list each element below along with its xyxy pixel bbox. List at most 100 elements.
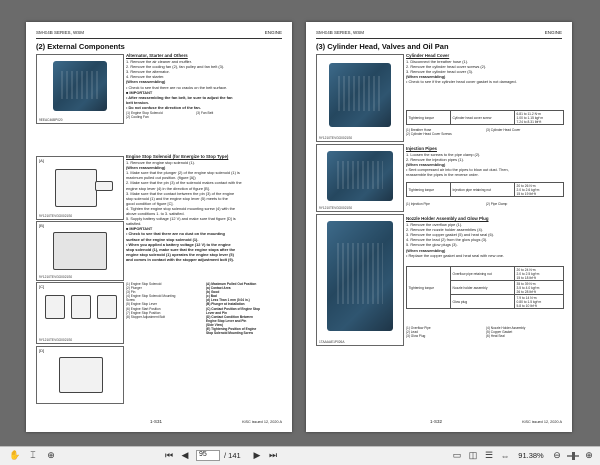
lever-sketch <box>53 232 107 270</box>
legend-item: (6) Heat Seal <box>486 334 505 338</box>
figure-b: [B] 9Y1210TEVGG0021S0 <box>36 221 124 281</box>
zoom-out-icon[interactable]: ⊖ <box>550 449 564 462</box>
page-number: 1-S31 <box>150 419 163 424</box>
step: • Replace the copper gasket and heat sea… <box>406 252 505 258</box>
page-header: SM-E4B SERIES, WSM ENGINE <box>36 30 282 39</box>
figure-code: 9Y1210TEVGG0021S0 <box>39 338 73 342</box>
right-page: SM-E4B SERIES, WSM ENGINE (3) Cylinder H… <box>306 22 572 432</box>
solenoid-legend-right: (A) Maximum Pulled Out Position (a) Cont… <box>206 282 286 335</box>
page-number: 1-S32 <box>430 419 443 424</box>
solenoid-heading: Engine Stop Solenoid (for Energize to St… <box>126 154 229 159</box>
legend-item: (2) Cylinder Head Cover Screws <box>406 132 452 136</box>
cover-heading: Cylinder Head Cover <box>406 53 450 58</box>
legend-item: (2) Cooling Fan <box>126 115 149 120</box>
total-pages: / 141 <box>224 451 241 460</box>
header-series: SM-E4B SERIES, WSM <box>36 30 85 35</box>
previous-page-icon[interactable]: ◀ <box>178 449 192 462</box>
table-value: 26 to 28 lbf·ft <box>516 289 536 294</box>
table-item: Nozzle holder assembly <box>450 280 515 295</box>
table-value: 7.24 to 8.31 lbf·ft <box>516 119 542 124</box>
table-item: Cylinder head cover screw <box>450 110 515 125</box>
table-value: 15 to 19 lbf·ft <box>516 191 536 196</box>
table-label: Tightening torque <box>406 182 451 197</box>
figure-code: 9Y1210TEVGG0021S0 <box>319 206 353 210</box>
zoom-slider[interactable] <box>566 449 580 462</box>
pipes-section: Injection Pipes 1. Loosen the screws to … <box>406 146 566 178</box>
figure-a: [A] 9Y1210TEVGG0021S0 <box>36 156 124 220</box>
pipes-torque-table: Tightening torque Injection pipe retaini… <box>406 182 564 197</box>
step: reassemble the pipes in the reverse orde… <box>406 172 479 178</box>
nozzle-torque-table: Tightening torque Overflow pipe retainin… <box>406 266 564 309</box>
figure-cylinder-head-cover: 9Y1210TEVGG0021S0 <box>316 54 404 142</box>
viewer-toolbar: ✋ ⌶ ⊕ ⏮ ◀ 95 / 141 ▶ ⏭ ▭ ◫ ☰ ⇔ 91.38% ⊖ … <box>0 446 600 465</box>
table-label: Tightening torque <box>406 110 451 125</box>
legend-item: (3) Fan Belt <box>196 111 214 116</box>
cover-legend: (1) Breather Hose (2) Cylinder Head Cove… <box>406 128 566 136</box>
cover-torque-table: Tightening torque Cylinder head cover sc… <box>406 110 564 125</box>
figure-engine-external: 9EEAC46BP020 <box>36 54 124 124</box>
header-chapter: ENGINE <box>544 30 562 35</box>
figure-code: 9EEAC46BP020 <box>39 118 63 122</box>
cover-section: Cylinder Head Cover 1. Disconnect the br… <box>406 53 566 85</box>
document-viewport[interactable]: SM-E4B SERIES, WSM ENGINE (2) External C… <box>0 0 600 446</box>
two-page-view-icon[interactable]: ◫ <box>466 449 480 462</box>
alternator-section: Alternator, Starter and Others 1. Remove… <box>126 53 286 121</box>
issue-note: KiSC issued 12, 2020 A <box>242 420 282 424</box>
engine-image <box>327 221 393 331</box>
figure-c: [C] 9Y1210TEVGG0021S0 <box>36 282 124 344</box>
first-page-icon[interactable]: ⏮ <box>162 449 176 462</box>
issue-note: KiSC issued 12, 2020 A <box>522 420 562 424</box>
zoom-level[interactable]: 91.38% <box>514 449 548 462</box>
section-title: (2) External Components <box>36 42 125 51</box>
header-chapter: ENGINE <box>264 30 282 35</box>
figure-code: 1TAAAAE1P026A <box>319 340 345 344</box>
solenoid-section: Engine Stop Solenoid (for Energize to St… <box>126 154 286 262</box>
fit-width-icon[interactable]: ⇔ <box>498 449 512 462</box>
figure-d: [D] <box>36 346 124 404</box>
header-series: SM-E4B SERIES, WSM <box>316 30 365 35</box>
figure-code: 9Y1210TEVGG0021S0 <box>39 214 73 218</box>
figure-code: 9Y1210TEVGG0021S0 <box>319 136 353 140</box>
nozzle-section: Nozzle Holder Assembly and Glow Plug 1. … <box>406 216 566 258</box>
table-label: Tightening torque <box>406 266 451 309</box>
nozzle-legend: (1) Overflow Pipe (2) Lead (3) Glow Plug… <box>406 326 566 338</box>
pipes-heading: Injection Pipes <box>406 146 437 151</box>
continuous-view-icon[interactable]: ☰ <box>482 449 496 462</box>
table-value: 5.8 to 10 lbf·ft <box>516 303 537 308</box>
legend-item: (3) Cylinder Head Cover <box>486 128 521 132</box>
engine-image <box>327 151 393 201</box>
page-number-field[interactable]: 95 <box>196 449 220 462</box>
figure-injection-pipes: 9Y1210TEVGG0021S0 <box>316 144 404 212</box>
table-item: Glow plug <box>450 294 515 309</box>
pipes-legend: (1) Injection Pipe (2) Pipe Clamp <box>406 202 566 206</box>
table-item: Injection pipe retaining nut <box>450 182 515 197</box>
note: • Do not confuse the direction of the fa… <box>126 104 201 110</box>
section-title: (3) Cylinder Head, Valves and Oil Pan <box>316 42 449 51</box>
legend-item: Stop Solenoid Mounting Screw <box>206 331 253 336</box>
next-page-icon[interactable]: ▶ <box>250 449 264 462</box>
plunger-sketch <box>95 181 113 191</box>
engine-image <box>329 63 391 127</box>
step: • Check to see if the cylinder head cove… <box>406 79 517 85</box>
nozzle-heading: Nozzle Holder Assembly and Glow Plug <box>406 216 489 221</box>
table-value: 15 to 18 lbf·ft <box>516 275 536 280</box>
last-page-icon[interactable]: ⏭ <box>266 449 280 462</box>
hand-tool-icon[interactable]: ✋ <box>8 449 22 462</box>
zoom-in-icon[interactable]: ⊕ <box>582 449 596 462</box>
step: and comes in contact with the stopper ad… <box>126 256 234 262</box>
table-item: Overflow pipe retaining nut <box>450 266 515 281</box>
legend-item: (8) Stopper Adjustment Bolt <box>126 314 165 319</box>
left-page: SM-E4B SERIES, WSM ENGINE (2) External C… <box>26 22 292 432</box>
legend-item: (2) Pipe Clamp <box>486 202 508 206</box>
page-header: SM-E4B SERIES, WSM ENGINE <box>316 30 562 39</box>
alternator-heading: Alternator, Starter and Others <box>126 53 188 58</box>
solenoid-sketch <box>55 169 97 207</box>
zoom-tool-icon[interactable]: ⊕ <box>44 449 58 462</box>
figure-code: 9Y1210TEVGG0021S0 <box>39 275 73 279</box>
page-input[interactable]: 95 <box>196 450 220 461</box>
single-page-view-icon[interactable]: ▭ <box>450 449 464 462</box>
solenoid-legend-left: (1) Engine Stop Solenoid (2) Plunger (3)… <box>126 282 206 319</box>
figure-nozzle-holder: 1TAAAAE1P026A <box>316 214 404 346</box>
engine-image <box>53 61 107 111</box>
select-tool-icon[interactable]: ⌶ <box>26 449 40 462</box>
